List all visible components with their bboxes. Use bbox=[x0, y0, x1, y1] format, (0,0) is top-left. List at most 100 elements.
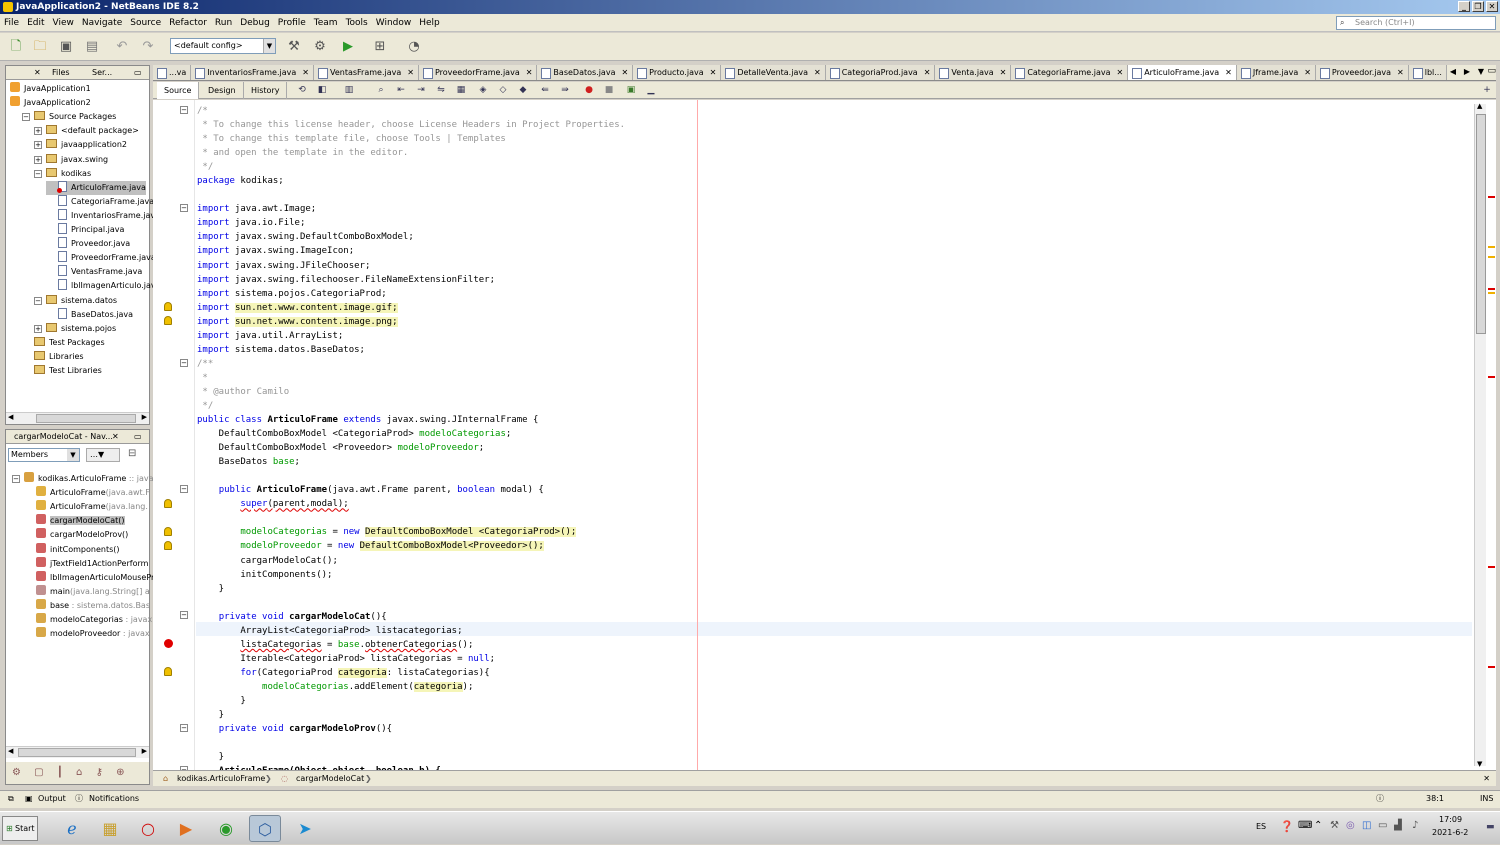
navigator-options-icon[interactable]: ⊟ bbox=[128, 448, 136, 459]
project-tree-item[interactable]: + javax.swing bbox=[34, 153, 108, 167]
project-tree-item[interactable]: Principal.java bbox=[46, 223, 124, 237]
breadcrumb-class[interactable]: kodikas.ArticuloFrame bbox=[177, 771, 265, 786]
tab-list-icon[interactable]: ▼ bbox=[1477, 67, 1484, 76]
project-tree-item[interactable]: CategoriaFrame.java bbox=[46, 194, 154, 209]
restore-windows-icon[interactable]: ⧉ bbox=[8, 791, 14, 807]
code-line[interactable]: public class ArticuloFrame extends javax… bbox=[197, 413, 625, 427]
fold-toggle-icon[interactable]: − bbox=[180, 359, 188, 367]
project-tree-item[interactable]: − sistema.datos bbox=[34, 294, 117, 308]
new-project-icon[interactable]: 🗀 bbox=[30, 37, 50, 57]
scroll-tabs-left-icon[interactable]: ◀ bbox=[1449, 67, 1456, 76]
volume-icon[interactable]: ♪ bbox=[1412, 820, 1418, 831]
code-line[interactable]: import javax.swing.JFileChooser; bbox=[197, 259, 625, 273]
navigator-item[interactable]: cargarModeloCat() bbox=[36, 514, 125, 528]
close-tab-icon[interactable]: ✕ bbox=[407, 68, 414, 77]
code-line[interactable]: import sistema.pojos.CategoriaProd; bbox=[197, 287, 625, 301]
fold-toggle-icon[interactable]: − bbox=[180, 204, 188, 212]
expand-toggle-icon[interactable]: − bbox=[22, 113, 30, 122]
clock-date[interactable]: 2021-6-2 bbox=[1432, 828, 1468, 837]
close-window-button[interactable]: ✕ bbox=[1486, 1, 1498, 12]
tab-design[interactable]: Design bbox=[201, 82, 244, 99]
project-tree-item[interactable]: + <default package> bbox=[34, 124, 139, 138]
navigator-item[interactable]: modeloProveedor : javax bbox=[36, 627, 150, 641]
navigator-item[interactable]: base : sistema.datos.Bas bbox=[36, 598, 150, 613]
toggle-highlight-icon[interactable]: ▦ bbox=[455, 85, 467, 96]
arrow-left-icon[interactable]: ◀ bbox=[8, 413, 13, 421]
start-button[interactable]: ⊞ Start bbox=[2, 816, 38, 841]
code-line[interactable]: import java.awt.Image; bbox=[197, 202, 625, 216]
help-icon[interactable]: ❓ bbox=[1280, 820, 1294, 833]
filter-static-icon[interactable]: ▢ bbox=[34, 767, 43, 778]
editor-tab[interactable]: Producto.java ✕ bbox=[633, 65, 722, 80]
warning-icon[interactable] bbox=[164, 499, 172, 508]
toggle-bookmark-icon[interactable]: ◆ bbox=[517, 85, 529, 96]
find-selection-icon[interactable]: ⇋ bbox=[435, 85, 447, 96]
code-line[interactable] bbox=[197, 736, 625, 750]
project-tree-item[interactable]: + javaapplication2 bbox=[34, 138, 127, 152]
code-line[interactable]: private void cargarModeloProv(){ bbox=[197, 722, 625, 736]
code-line[interactable]: private void cargarModeloCat(){ bbox=[197, 610, 625, 624]
code-editor[interactable]: − − − − − − − /* * To change this licens… bbox=[153, 100, 1496, 770]
editor-tab[interactable]: Venta.java ✕ bbox=[935, 65, 1012, 80]
code-line[interactable]: package kodikas; bbox=[197, 174, 625, 188]
arrow-down-icon[interactable]: ▼ bbox=[1477, 760, 1482, 768]
tray-app-icon[interactable]: ⚒ bbox=[1330, 820, 1339, 831]
debug-icon[interactable]: ⊞ bbox=[370, 37, 390, 57]
code-line[interactable]: modeloCategorias.addElement(categoria); bbox=[197, 680, 625, 694]
tab-source[interactable]: Source bbox=[157, 82, 200, 99]
code-line[interactable]: public ArticuloFrame(java.awt.Frame pare… bbox=[197, 483, 625, 497]
find-icon[interactable]: ⌕ bbox=[375, 85, 387, 96]
members-filter-select[interactable]: Members ▼ bbox=[8, 448, 80, 462]
editor-tab[interactable]: ProveedorFrame.java ✕ bbox=[418, 65, 538, 80]
warning-icon[interactable] bbox=[164, 527, 172, 536]
code-line[interactable]: import sun.net.www.content.image.png; bbox=[197, 315, 625, 329]
code-line[interactable]: import javax.swing.filechooser.FileNameE… bbox=[197, 273, 625, 287]
forward-icon[interactable]: ▥ bbox=[343, 85, 355, 96]
menu-help[interactable]: Help bbox=[415, 14, 444, 32]
maximize-editor-icon[interactable]: ▭ bbox=[1487, 66, 1496, 76]
filter-inner-icon[interactable]: ⊕ bbox=[116, 767, 124, 778]
navigator-item[interactable]: modeloCategorias : javax bbox=[36, 613, 152, 627]
run-icon[interactable]: ▶ bbox=[338, 37, 358, 57]
close-tab-icon[interactable]: ✕ bbox=[1116, 68, 1123, 77]
project-tree-item[interactable]: ArticuloFrame.java bbox=[46, 180, 146, 195]
code-line[interactable]: BaseDatos base; bbox=[197, 455, 625, 469]
last-edit-icon[interactable]: ⟲ bbox=[296, 85, 308, 96]
clean-build-icon[interactable]: ⚙ bbox=[310, 37, 330, 57]
project-tree-item[interactable]: JavaApplication2 bbox=[10, 96, 91, 110]
media-player-icon[interactable]: ▶ bbox=[170, 815, 202, 842]
project-tree-item[interactable]: InventariosFrame.java bbox=[46, 208, 160, 223]
fold-toggle-icon[interactable]: − bbox=[180, 485, 188, 493]
internet-explorer-icon[interactable]: ℯ bbox=[56, 815, 88, 842]
menu-navigate[interactable]: Navigate bbox=[78, 14, 126, 32]
code-line[interactable]: super(parent,modal); bbox=[197, 497, 625, 511]
code-line[interactable]: for(CategoriaProd categoria: listaCatego… bbox=[197, 666, 625, 680]
find-previous-icon[interactable]: ⇤ bbox=[395, 85, 407, 96]
navigator-item[interactable]: jTextField1ActionPerform bbox=[36, 556, 148, 571]
menu-file[interactable]: File bbox=[0, 14, 23, 32]
close-tab-icon[interactable]: ✕ bbox=[526, 68, 533, 77]
notifications-tab[interactable]: Notifications bbox=[89, 791, 139, 807]
code-line[interactable]: ArrayList<CategoriaProd> listacategorias… bbox=[197, 624, 625, 638]
open-project-icon[interactable]: ▣ bbox=[56, 37, 76, 57]
code-line[interactable]: } bbox=[197, 708, 625, 722]
expand-toggle-icon[interactable]: + bbox=[34, 155, 42, 164]
stop-macro-icon[interactable]: ■ bbox=[603, 85, 615, 96]
filter-inherited-icon[interactable]: ┃ bbox=[57, 767, 63, 778]
navigator-item[interactable]: cargarModeloProv() bbox=[36, 528, 128, 542]
arrow-left-icon[interactable]: ◀ bbox=[8, 747, 13, 755]
code-line[interactable]: */ bbox=[197, 160, 625, 174]
editor-tab[interactable]: lbl... bbox=[1408, 65, 1447, 80]
navigator-hscrollbar[interactable]: ◀ ▶ bbox=[6, 746, 149, 758]
code-line[interactable]: * To change this template file, choose T… bbox=[197, 132, 625, 146]
file-explorer-icon[interactable]: ▦ bbox=[94, 815, 126, 842]
project-tree-item[interactable]: Proveedor.java bbox=[46, 237, 130, 251]
code-line[interactable]: */ bbox=[197, 399, 625, 413]
expand-toggle-icon[interactable]: − bbox=[34, 169, 42, 178]
warning-icon[interactable] bbox=[164, 316, 172, 325]
notification-bell-icon[interactable]: ⓘ bbox=[1376, 791, 1384, 807]
expand-toggle-icon[interactable]: + bbox=[34, 141, 42, 150]
editor-gutter[interactable]: − − − − − − − bbox=[153, 100, 195, 770]
menu-view[interactable]: View bbox=[49, 14, 78, 32]
code-line[interactable]: modeloProveedor = new DefaultComboBoxMod… bbox=[197, 539, 625, 553]
